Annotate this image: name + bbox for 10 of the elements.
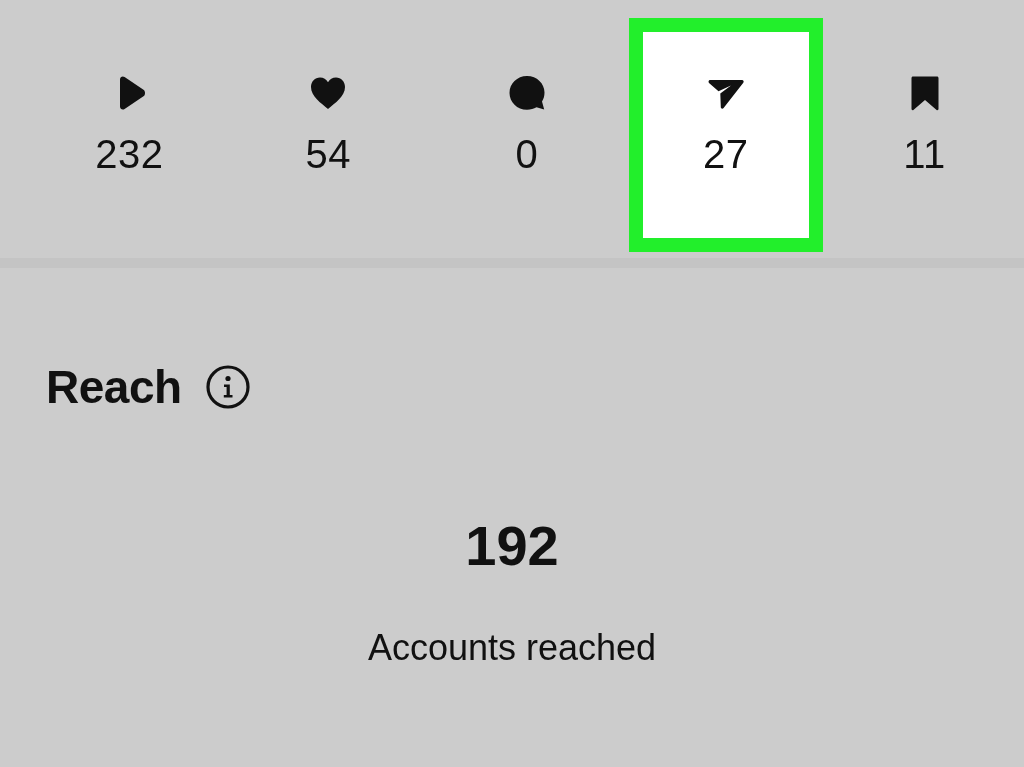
reach-count: 192: [465, 514, 559, 578]
speech-bubble-icon: [508, 74, 546, 112]
reach-caption: Accounts reached: [367, 626, 657, 670]
stat-count: 27: [703, 131, 749, 177]
section-title: Reach: [46, 360, 182, 414]
stat-count: 54: [305, 131, 351, 177]
stat-count: 11: [903, 131, 946, 177]
info-icon[interactable]: [205, 365, 250, 409]
stat-count: 232: [95, 131, 164, 177]
stat-count: 0: [515, 131, 539, 177]
